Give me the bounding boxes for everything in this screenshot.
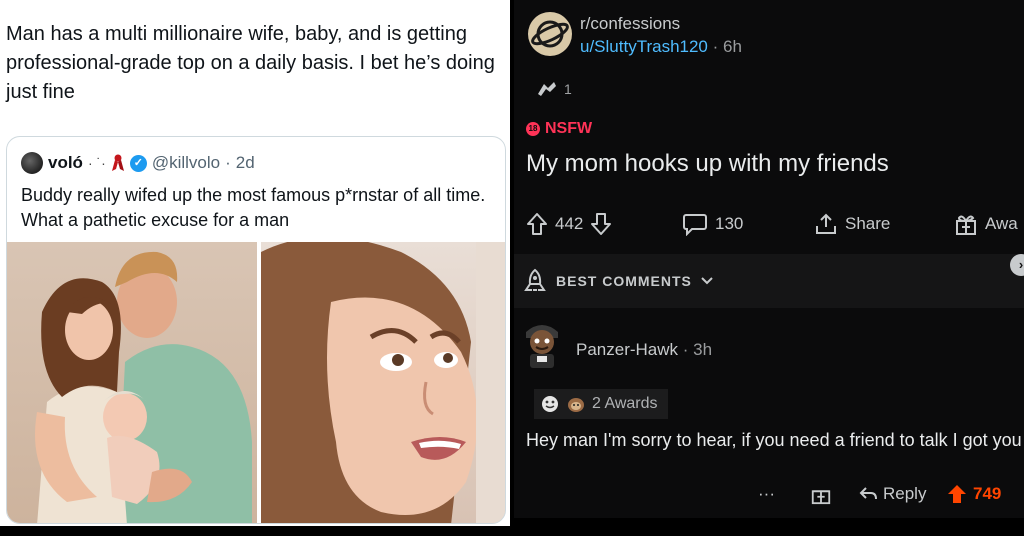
comment-meta: Panzer-Hawk · 3h	[576, 340, 712, 360]
post-meta: u/SluttyTrash120 · 6h	[580, 37, 742, 57]
sort-dropdown[interactable]: BEST COMMENTS	[522, 268, 714, 294]
gift-icon	[956, 215, 976, 235]
post-awards[interactable]: 1	[536, 80, 572, 98]
comment-award-button[interactable]	[810, 480, 832, 508]
subreddit-name[interactable]: r/confessions	[580, 14, 680, 34]
quoted-tweet-time[interactable]: 2d	[236, 153, 255, 173]
nsfw-icon: 18	[526, 122, 540, 136]
vote-group: 442	[526, 208, 612, 240]
quoted-user-name[interactable]: voló	[48, 153, 83, 173]
share-button[interactable]: Share	[814, 208, 890, 240]
quoted-user-handle[interactable]: @killvolo	[152, 153, 220, 173]
bottom-border	[0, 526, 510, 536]
award-button[interactable]: Awa	[954, 208, 1018, 240]
comment-awards-label: 2 Awards	[592, 395, 658, 412]
more-options-button[interactable]: ···	[758, 480, 775, 508]
quoted-tweet-header: voló · ˙· ✓ @killvolo · 2d	[21, 151, 255, 175]
post-award-count: 1	[564, 81, 572, 97]
award-icon	[538, 82, 556, 96]
name-decoration: · ˙·	[87, 155, 106, 171]
tweet-screenshot: Man has a multi millionaire wife, baby, …	[0, 0, 510, 536]
comment-icon	[683, 214, 707, 236]
quoted-user-avatar[interactable]	[21, 152, 43, 174]
share-icon	[816, 213, 836, 234]
comment-vote-count: 749	[973, 484, 1002, 503]
downvote-icon[interactable]	[590, 212, 612, 236]
wholesome-award-icon	[542, 396, 558, 412]
quoted-tweet[interactable]: voló · ˙· ✓ @killvolo · 2d Buddy really …	[6, 136, 506, 524]
sloth-award-icon	[568, 398, 584, 412]
comment-awards[interactable]: 2 Awards	[534, 389, 668, 419]
quoted-tweet-text: Buddy really wifed up the most famous p*…	[21, 185, 486, 230]
planet-icon	[531, 20, 569, 48]
face-photo-illustration	[261, 242, 505, 523]
sort-label: BEST COMMENTS	[556, 273, 692, 289]
post-time: · 6h	[712, 37, 742, 56]
time-separator: ·	[225, 153, 231, 172]
comment-actions: ··· Reply 749	[514, 480, 1024, 508]
snoo-avatar-icon	[526, 325, 558, 368]
comment-time: · 3h	[682, 340, 713, 359]
gift-icon	[811, 490, 831, 505]
comment-author[interactable]: Panzer-Hawk	[576, 340, 678, 359]
post-author[interactable]: u/SluttyTrash120	[580, 37, 708, 56]
subreddit-icon[interactable]	[528, 12, 572, 56]
share-label: Share	[845, 214, 891, 233]
reply-label: Reply	[883, 484, 927, 503]
award-label: Awa	[985, 214, 1018, 233]
ribbon-emoji-icon	[111, 154, 124, 171]
reply-button[interactable]: Reply	[858, 480, 926, 508]
nsfw-tag: 18 NSFW	[526, 120, 592, 138]
reply-icon	[859, 487, 877, 500]
chevron-down-icon	[701, 277, 713, 285]
reddit-screenshot: r/confessions u/SluttyTrash120 · 6h 1 18…	[514, 0, 1024, 536]
nsfw-label: NSFW	[545, 120, 593, 137]
comment-vote[interactable]: 749	[946, 480, 1001, 508]
face-photo[interactable]	[261, 242, 505, 523]
upvote-count: 442	[555, 214, 584, 233]
family-photo[interactable]	[7, 242, 257, 523]
verified-badge-icon: ✓	[129, 154, 147, 172]
post-title[interactable]: My mom hooks up with my friends	[526, 150, 889, 178]
comments-button[interactable]: 130	[682, 208, 743, 240]
tweet-text: Man has a multi millionaire wife, baby, …	[6, 23, 495, 103]
family-photo-illustration	[35, 251, 252, 523]
upvote-icon[interactable]	[526, 212, 548, 236]
rocket-icon	[524, 268, 546, 291]
commenter-avatar[interactable]	[522, 320, 562, 370]
comment-count: 130	[715, 214, 744, 233]
bottom-border	[514, 518, 1024, 536]
more-icon: ···	[758, 484, 775, 503]
post-actions: 442 130 Share Awa	[526, 208, 1024, 240]
upvote-filled-icon	[948, 485, 966, 503]
comment-body: Hey man I'm sorry to hear, if you need a…	[526, 430, 1022, 450]
